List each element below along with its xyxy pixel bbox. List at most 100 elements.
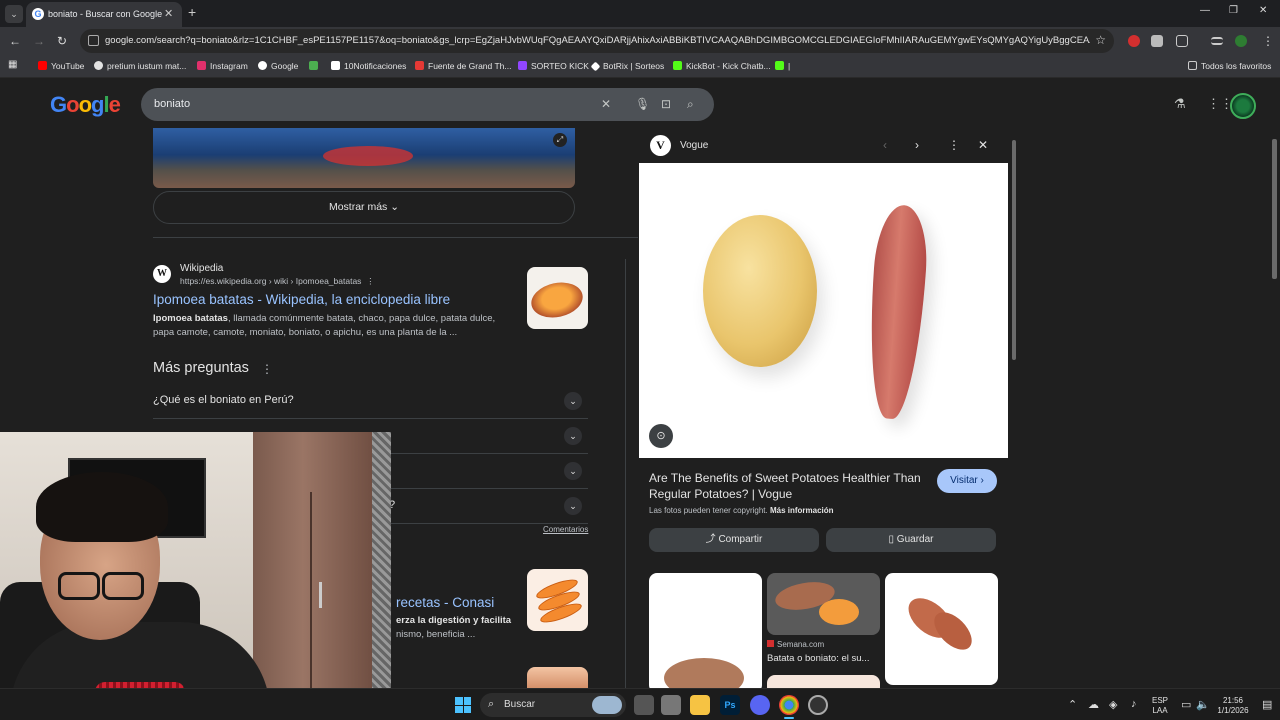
minimize-icon[interactable]: —: [1200, 5, 1210, 16]
result-url[interactable]: https://es.wikipedia.org › wiki › Ipomoe…: [180, 276, 375, 287]
page-scrollbar[interactable]: [1272, 139, 1277, 279]
sweet-potato-slices-thumbnail[interactable]: [527, 569, 588, 631]
related-source[interactable]: Semana.com: [767, 640, 824, 649]
bookmark-green[interactable]: |: [775, 61, 790, 71]
result-source-name[interactable]: Wikipedia: [180, 263, 223, 274]
chevron-down-icon[interactable]: ⌄: [564, 462, 582, 480]
preview-title[interactable]: Are The Benefits of Sweet Potatoes Healt…: [649, 470, 934, 502]
tray-mic-icon[interactable]: ♪: [1131, 698, 1137, 710]
restore-icon[interactable]: ❐: [1229, 5, 1238, 16]
extension-red-icon[interactable]: [1128, 35, 1140, 47]
notifications-icon[interactable]: ▤: [1262, 698, 1272, 711]
related-image[interactable]: [649, 573, 762, 688]
result-title-link[interactable]: Ipomoea batatas - Wikipedia, la enciclop…: [153, 292, 450, 307]
show-more-button[interactable]: Mostrar más ⌄: [153, 191, 575, 224]
language-indicator[interactable]: ESP LAA: [1152, 696, 1168, 716]
site-info-icon[interactable]: [88, 35, 99, 46]
obs-icon[interactable]: [808, 695, 828, 715]
photoshop-icon[interactable]: Ps: [720, 695, 740, 715]
more-options-icon[interactable]: ⋮: [948, 138, 960, 152]
panel-source-name[interactable]: Vogue: [680, 140, 708, 151]
bookmark-google[interactable]: Google: [258, 61, 298, 71]
new-tab-button[interactable]: +: [188, 4, 196, 20]
reload-icon[interactable]: ↻: [57, 34, 67, 48]
bookmark-icon: ▯: [888, 534, 895, 545]
reading-list-icon[interactable]: [1211, 37, 1223, 45]
clear-search-icon[interactable]: ✕: [601, 97, 611, 111]
search-box[interactable]: boniato ✕ 🎙 ⊡ ⌕: [141, 88, 714, 121]
forward-arrow-icon[interactable]: →: [33, 34, 45, 48]
labs-flask-icon[interactable]: ⚗: [1174, 96, 1186, 112]
close-window-icon[interactable]: ✕: [1259, 5, 1267, 16]
tray-chevron-icon[interactable]: ⌃: [1068, 698, 1077, 711]
tab-active[interactable]: G boniato - Buscar con Google ✕: [26, 2, 182, 27]
bookmark-youtube[interactable]: YouTube: [38, 61, 84, 71]
chevron-down-icon[interactable]: ⌄: [564, 427, 582, 445]
apps-grid-icon[interactable]: ▦: [8, 59, 17, 70]
google-lens-icon[interactable]: ⊡: [661, 97, 671, 111]
kick-icon: [518, 61, 527, 70]
result-snippet: Ipomoea batatas, llamada comúnmente bata…: [153, 313, 496, 338]
bookmark-pretium[interactable]: pretium iustum mat...: [94, 61, 186, 71]
profile-avatar-icon[interactable]: [1235, 35, 1247, 47]
share-button[interactable]: ⤴ Compartir: [649, 528, 819, 552]
search-query[interactable]: boniato: [154, 98, 190, 110]
file-explorer-icon[interactable]: [690, 695, 710, 715]
previous-arrow-icon[interactable]: ‹: [883, 138, 887, 152]
address-url[interactable]: google.com/search?q=boniato&rlz=1C1CHBF_…: [105, 35, 1090, 46]
google-lens-icon[interactable]: ⊙: [649, 424, 673, 448]
network-icon[interactable]: ▭: [1181, 698, 1191, 711]
printer-app-icon[interactable]: [661, 695, 681, 715]
related-image[interactable]: [767, 573, 880, 635]
bookmark-kickbot[interactable]: KickBot - Kick Chatb...: [673, 61, 771, 71]
save-button[interactable]: ▯ Guardar: [826, 528, 996, 552]
volume-icon[interactable]: 🔈: [1196, 698, 1210, 711]
google-logo[interactable]: Google: [50, 92, 121, 118]
tray-cloud-icon[interactable]: ☁: [1088, 698, 1099, 711]
chevron-down-icon[interactable]: ⌄: [564, 392, 582, 410]
bookmark-sorteo-kick[interactable]: SORTEO KICK: [518, 61, 589, 71]
visit-button[interactable]: Visitar ›: [937, 469, 997, 493]
bookmark-star-icon[interactable]: ☆: [1095, 33, 1106, 47]
bookmark-unnamed[interactable]: [309, 61, 322, 71]
tab-search-button[interactable]: ⌄: [5, 5, 23, 23]
bookmark-fuente-gta[interactable]: Fuente de Grand Th...: [415, 61, 511, 71]
windows-start-icon[interactable]: [455, 697, 471, 713]
question-row[interactable]: ¿Qué es el boniato en Perú? ⌄: [153, 384, 588, 419]
expand-image-icon[interactable]: ⤢: [553, 133, 567, 147]
preview-image[interactable]: ⊙: [639, 163, 1008, 458]
next-arrow-icon[interactable]: ›: [915, 138, 919, 152]
back-arrow-icon[interactable]: ←: [9, 34, 21, 48]
extensions-puzzle-icon[interactable]: [1176, 35, 1188, 47]
chevron-down-icon[interactable]: ⌄: [564, 497, 582, 515]
more-options-icon[interactable]: ⋮: [261, 362, 273, 376]
related-image[interactable]: [767, 675, 880, 688]
discord-icon[interactable]: [750, 695, 770, 715]
menu-kebab-icon[interactable]: ⋮: [1262, 34, 1274, 48]
related-caption[interactable]: Batata o boniato: el su...: [767, 653, 869, 664]
bookmark-instagram[interactable]: Instagram: [197, 61, 248, 71]
tray-shield-icon[interactable]: ◈: [1109, 698, 1117, 711]
bookmark-botrix[interactable]: BotRix | Sorteos: [590, 61, 664, 72]
microphone-icon[interactable]: 🎙: [635, 97, 650, 111]
extension-card-icon[interactable]: [1151, 35, 1163, 47]
close-tab-icon[interactable]: ✕: [164, 7, 173, 20]
result2-title-link[interactable]: recetas - Conasi: [396, 595, 494, 610]
image-result-strip[interactable]: ⤢: [153, 128, 575, 188]
search-icon[interactable]: ⌕: [687, 97, 694, 112]
clock[interactable]: 21:56 1/1/2026: [1213, 696, 1253, 716]
related-image[interactable]: [885, 573, 998, 685]
feedback-link[interactable]: Comentarios: [543, 525, 588, 534]
result-thumbnail[interactable]: [527, 667, 588, 688]
close-panel-icon[interactable]: ✕: [978, 138, 988, 152]
taskbar-search[interactable]: ⌕ Buscar: [480, 693, 626, 717]
task-view-icon[interactable]: [634, 695, 654, 715]
panel-scrollbar[interactable]: [1011, 128, 1017, 688]
all-bookmarks[interactable]: Todos los favoritos: [1188, 61, 1271, 71]
chrome-icon[interactable]: [779, 695, 799, 715]
more-info-link[interactable]: Más información: [770, 506, 834, 515]
address-bar[interactable]: google.com/search?q=boniato&rlz=1C1CHBF_…: [80, 29, 1114, 53]
bookmark-10notificaciones[interactable]: 10Notificaciones: [331, 61, 406, 71]
account-avatar[interactable]: [1230, 93, 1256, 119]
sweet-potato-thumbnail[interactable]: [527, 267, 588, 329]
